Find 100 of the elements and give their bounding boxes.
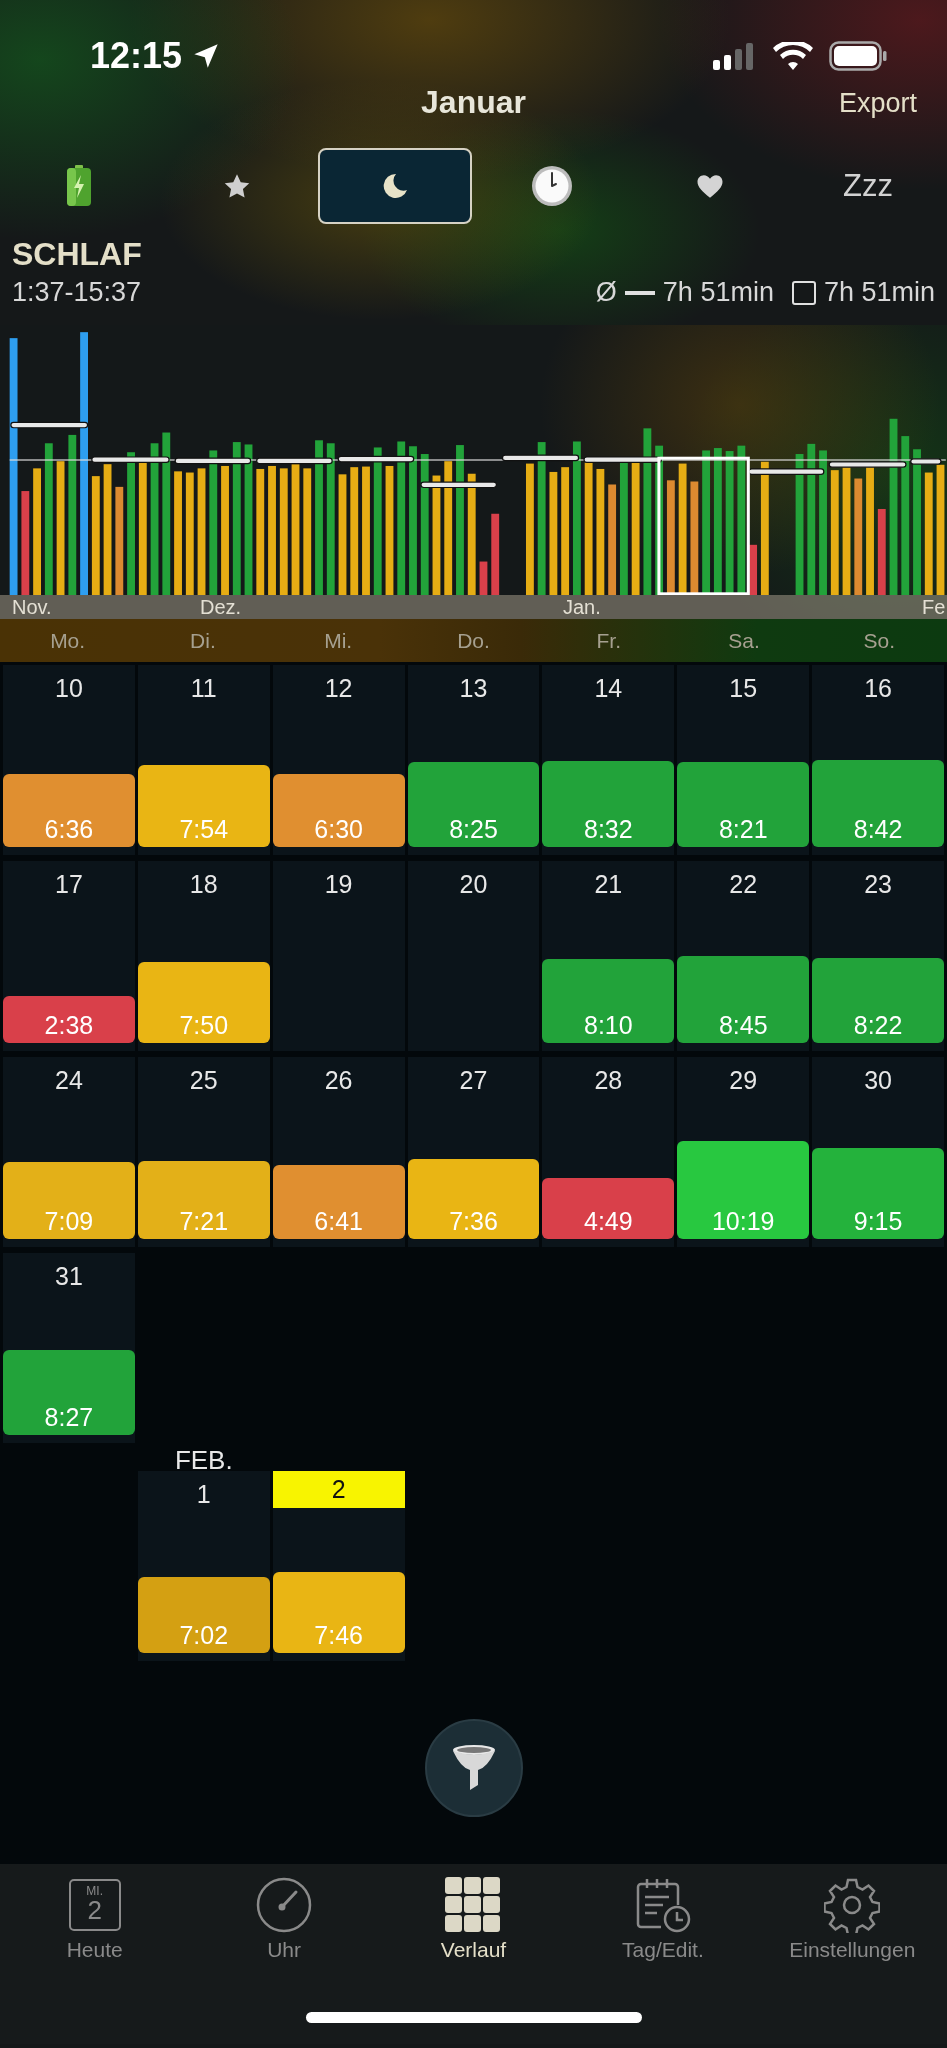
sleep-duration-bar: 8:27 xyxy=(3,1350,135,1435)
month-label: Jan. xyxy=(563,596,601,619)
day-cell[interactable]: 19 xyxy=(272,861,405,1051)
day-number: 1 xyxy=(195,1478,212,1510)
day-cell[interactable]: 23 8:22 xyxy=(812,861,944,1051)
day-cell[interactable]: 12 6:30 xyxy=(272,665,405,855)
export-link[interactable]: Export xyxy=(838,88,917,119)
metric-tab[interactable]: Zzz xyxy=(791,148,946,224)
day-number: 14 xyxy=(593,672,624,704)
day-cell[interactable]: 31 8:27 xyxy=(3,1253,135,1443)
day-number: 22 xyxy=(728,868,759,900)
day-cell[interactable]: 26 6:41 xyxy=(272,1057,405,1247)
weekday-label: Mi. xyxy=(324,628,353,653)
day-cell[interactable]: 15 8:21 xyxy=(677,665,810,855)
day-number: 16 xyxy=(863,672,893,704)
weekday-label: Do. xyxy=(457,628,490,653)
day-cell[interactable]: 13 8:25 xyxy=(407,665,540,855)
day-cell[interactable]: 1 7:02 xyxy=(137,1471,270,1661)
day-cell[interactable]: 10 6:36 xyxy=(3,665,135,855)
day-number: 20 xyxy=(458,868,489,900)
sleep-duration-bar: 8:22 xyxy=(812,958,944,1043)
day-cell[interactable]: 24 7:09 xyxy=(3,1057,135,1247)
day-number: 29 xyxy=(728,1064,759,1096)
day-number: 23 xyxy=(863,868,893,900)
square-icon xyxy=(791,280,816,305)
day-number: 10 xyxy=(54,672,84,704)
sleep-duration-bar: 8:21 xyxy=(677,762,810,847)
day-cell[interactable]: 29 10:19 xyxy=(677,1057,810,1247)
sleep-duration-bar: 6:30 xyxy=(272,774,405,847)
battery-icon xyxy=(829,41,887,71)
day-number: 25 xyxy=(188,1064,219,1096)
day-cell[interactable]: 30 9:15 xyxy=(812,1057,944,1247)
day-number: 11 xyxy=(189,672,218,704)
day-cell[interactable]: 2 7:46 xyxy=(272,1471,405,1661)
day-number: 24 xyxy=(54,1064,84,1096)
day-number: 17 xyxy=(54,868,84,900)
sleep-duration-bar: 2:38 xyxy=(3,996,135,1043)
day-number: 15 xyxy=(728,672,759,704)
day-cell[interactable]: 20 xyxy=(407,861,540,1051)
legend-value: 7h 51min xyxy=(662,277,774,308)
sleep-duration-bar: 7:36 xyxy=(407,1159,540,1239)
sleep-duration-bar: 8:10 xyxy=(542,959,675,1043)
sleep-duration-bar: 9:15 xyxy=(812,1148,944,1239)
sleep-duration-bar: 4:49 xyxy=(542,1178,675,1239)
month-title: Januar xyxy=(421,84,526,122)
tab-bar-item[interactable]: Verlauf xyxy=(378,1876,569,1962)
day-cell[interactable]: 21 8:10 xyxy=(542,861,675,1051)
day-number: 13 xyxy=(458,672,489,704)
settings-icon xyxy=(824,1877,881,1933)
sleep-bar xyxy=(479,561,488,595)
sleep-duration-bar: 8:42 xyxy=(812,760,944,847)
sleep-duration-bar: 7:02 xyxy=(137,1577,270,1653)
heart-icon xyxy=(696,173,725,199)
average-symbol: Ø xyxy=(595,277,617,308)
legend-value: 7h 51min xyxy=(823,277,935,308)
date-text: 2 xyxy=(87,1897,102,1923)
sleep-duration-bar: 7:09 xyxy=(3,1162,135,1239)
day-cell[interactable]: 17 2:38 xyxy=(3,861,135,1051)
tab-bar-item[interactable]: Uhr xyxy=(189,1876,379,1962)
weekday-label: Mo. xyxy=(50,628,86,653)
clock-icon xyxy=(531,165,574,207)
sleep-duration-bar: 8:45 xyxy=(677,956,810,1043)
day-cell[interactable]: 22 8:45 xyxy=(677,861,810,1051)
sleep-duration-bar: 6:36 xyxy=(3,774,135,847)
sleep-duration-bar: 10:19 xyxy=(677,1141,810,1239)
day-cell[interactable]: 25 7:21 xyxy=(137,1057,270,1247)
day-cell[interactable]: 14 8:32 xyxy=(542,665,675,855)
day-cell[interactable]: 28 4:49 xyxy=(542,1057,675,1247)
day-cell[interactable]: 16 8:42 xyxy=(812,665,944,855)
month-label: Fe xyxy=(922,596,946,619)
sleep-duration-bar: 8:25 xyxy=(407,762,540,847)
metric-tab[interactable] xyxy=(317,148,472,224)
day-cell[interactable]: 11 7:54 xyxy=(137,665,270,855)
battery-icon xyxy=(65,165,92,207)
grid-icon xyxy=(445,1877,502,1933)
weekday-label: Fr. xyxy=(596,628,622,653)
sleep-duration-bar: 7:46 xyxy=(272,1572,405,1653)
time-range: 1:37-15:37 xyxy=(12,277,142,308)
status-time: 12:15 xyxy=(90,35,183,77)
weekday-label: Sa. xyxy=(728,628,760,653)
day-number: 31 xyxy=(54,1260,84,1292)
tab-bar-item[interactable]: MI. 2 Heute xyxy=(0,1876,190,1962)
weekday-text: MI. xyxy=(86,1885,103,1897)
sleep-duration-bar: 8:32 xyxy=(542,761,675,847)
weekday-label: So. xyxy=(863,628,896,653)
day-cell[interactable]: 27 7:36 xyxy=(407,1057,540,1247)
day-cell[interactable]: 18 7:50 xyxy=(137,861,270,1051)
sleep-bar xyxy=(749,544,758,595)
month-label: Dez. xyxy=(200,596,242,619)
wifi-icon xyxy=(773,41,813,71)
sleep-duration-bar: 7:50 xyxy=(137,962,270,1043)
tab-bar-item[interactable]: Tag/Edit. xyxy=(568,1876,758,1962)
average-marker xyxy=(910,458,942,465)
day-number: 19 xyxy=(323,868,354,900)
sleep-duration-bar: 6:41 xyxy=(272,1165,405,1239)
sleep-duration-bar: 7:54 xyxy=(137,765,270,847)
tab-bar-item[interactable]: Einstellungen xyxy=(757,1876,947,1962)
sleep-duration-bar: 7:21 xyxy=(137,1161,270,1239)
gauge-icon xyxy=(256,1877,313,1933)
day-number: 12 xyxy=(323,672,354,704)
